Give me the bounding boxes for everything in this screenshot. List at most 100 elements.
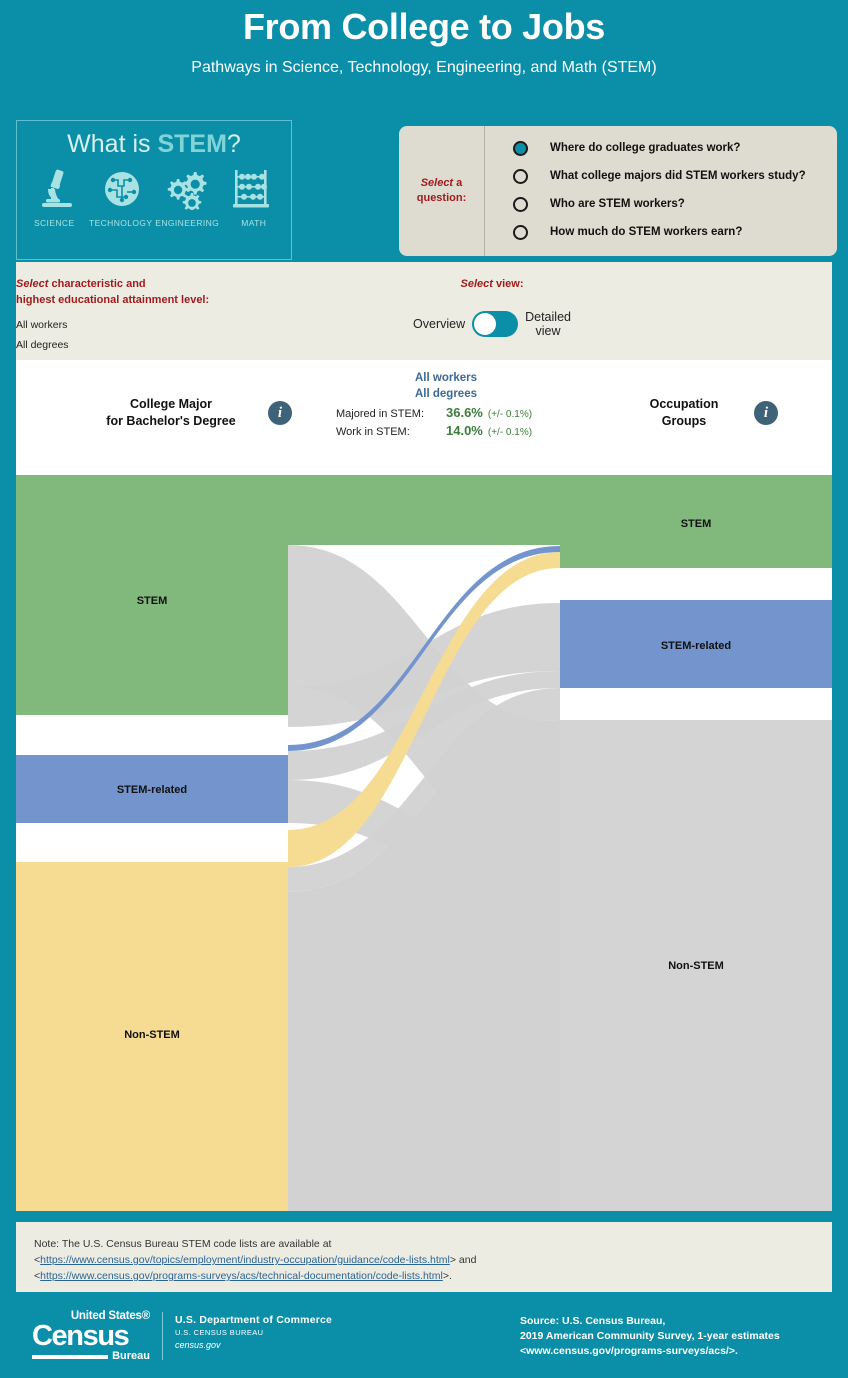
select-question-em: Select [420, 177, 454, 189]
page-footer: United States® Census Bureau U.S. Depart… [0, 1300, 848, 1378]
source-line-2: 2019 American Community Survey, 1-year e… [520, 1330, 780, 1342]
note-link-1[interactable]: https://www.census.gov/topics/employment… [40, 1254, 450, 1266]
toggle-knob[interactable] [474, 313, 497, 335]
radio-button-college-majors[interactable] [513, 168, 528, 184]
logo-rule [32, 1354, 109, 1359]
stat-row-work-in-stem: Work in STEM: 14.0% (+/- 0.1%) [336, 423, 556, 438]
abacus-icon [219, 166, 283, 215]
logo-bureau-word: Bureau [112, 1350, 150, 1362]
note-panel: Note: The U.S. Census Bureau STEM code l… [16, 1222, 832, 1292]
question-option-4[interactable]: How much do STEM workers earn? [513, 218, 837, 246]
source-line-3: <www.census.gov/programs-surveys/acs/>. [520, 1345, 738, 1357]
dept-line-3: census.gov [175, 1340, 221, 1350]
stat-value-majored: 36.6% [446, 405, 483, 420]
page-header: From College to Jobs Pathways in Science… [0, 0, 848, 108]
radio-button-who-are-stem-workers[interactable] [513, 196, 528, 212]
left-axis-header: College Major for Bachelor's Degree i [96, 396, 292, 430]
logo-divider [162, 1312, 163, 1360]
info-icon-occupation-groups[interactable]: i [754, 401, 778, 425]
department-block: U.S. Department of Commerce U.S. CENSUS … [175, 1310, 332, 1350]
stem-label-science: SCIENCE [33, 218, 75, 228]
census-logo: United States® Census Bureau U.S. Depart… [32, 1310, 332, 1362]
stem-icon-row [17, 159, 291, 215]
select-question-line2: question: [416, 192, 467, 204]
view-heading-rest: view: [492, 278, 524, 290]
characteristic-heading: Select characteristic and highest educati… [16, 276, 356, 308]
stat-value-work: 14.0% [446, 423, 483, 438]
gears-icon [154, 166, 218, 215]
toggle-label-detailed-view[interactable]: Detailed view [525, 310, 571, 338]
stat-row-majored-in-stem: Majored in STEM: 36.6% (+/- 0.1%) [336, 405, 556, 420]
degree-value[interactable]: All degrees [16, 339, 356, 351]
toggle-detailed-line2: view [535, 324, 561, 338]
dept-line-1: U.S. Department of Commerce [175, 1314, 333, 1326]
view-toggle-row: Overview Detailed view [392, 310, 592, 338]
node-right-stem-related-label: STEM-related [661, 640, 731, 652]
question-selector-panel: Select a question: Where do college gradu… [396, 118, 840, 260]
source-line-1: Source: U.S. Census Bureau, [520, 1315, 666, 1327]
note-text: Note: The U.S. Census Bureau STEM code l… [16, 1222, 832, 1284]
logo-census-word: Census [32, 1320, 130, 1352]
node-left-stem-related-label: STEM-related [117, 784, 187, 796]
note-close-1: > and [449, 1254, 477, 1266]
sankey-diagram: STEM STEM-related Non-STEM STEM STEM-rel… [16, 475, 832, 1211]
right-axis-title: Occupation Groups [636, 396, 732, 430]
characteristic-value[interactable]: All workers [16, 319, 356, 331]
note-link-2[interactable]: https://www.census.gov/programs-surveys/… [40, 1270, 443, 1282]
toggle-label-overview[interactable]: Overview [413, 317, 465, 331]
what-is-stem-title: What is STEM? [17, 121, 291, 159]
note-line-3: <https://www.census.gov/programs-surveys… [34, 1268, 832, 1284]
radio-button-how-much-earn[interactable] [513, 224, 528, 240]
summary-stats: All workers All degrees Majored in STEM:… [336, 370, 556, 438]
right-axis-title-line1: Occupation [649, 397, 719, 411]
left-axis-title-line2: for Bachelor's Degree [106, 414, 236, 428]
stat-moe-majored: (+/- 0.1%) [487, 409, 533, 420]
microscope-icon [25, 166, 89, 215]
left-axis-title: College Major for Bachelor's Degree [96, 396, 246, 430]
view-heading: Select view: [392, 276, 592, 292]
sankey-left-nodes: STEM STEM-related Non-STEM [16, 475, 288, 1211]
view-heading-em: Select [460, 278, 493, 290]
dept-line-2: U.S. CENSUS BUREAU [175, 1328, 264, 1337]
stem-label-technology: TECHNOLOGY [88, 218, 153, 228]
info-icon-college-major[interactable]: i [268, 401, 292, 425]
question-option-3[interactable]: Who are STEM workers? [513, 190, 837, 218]
scope-line-2: All degrees [415, 388, 477, 400]
source-note: Source: U.S. Census Bureau, 2019 America… [520, 1314, 780, 1359]
stem-label-engineering: ENGINEERING [155, 218, 220, 228]
select-question-label-cell: Select a question: [399, 126, 485, 256]
page-title: From College to Jobs [242, 6, 606, 47]
select-question-rest: a [453, 177, 463, 189]
node-right-stem-label: STEM [681, 518, 712, 530]
question-options-list: Where do college graduates work? What co… [485, 126, 837, 256]
toggle-detailed-line1: Detailed [525, 310, 571, 324]
link-stem-to-stem[interactable] [288, 475, 560, 545]
characteristic-selector: Select characteristic and highest educati… [16, 276, 356, 351]
node-left-stem-label: STEM [137, 595, 168, 607]
sankey-svg: STEM STEM-related Non-STEM STEM STEM-rel… [16, 475, 832, 1211]
circuit-globe-icon [90, 166, 154, 215]
stem-label-math: MATH [241, 218, 267, 228]
question-option-2[interactable]: What college majors did STEM workers stu… [513, 162, 837, 190]
node-right-non-stem-label: Non-STEM [668, 960, 724, 972]
stem-label-row: SCIENCE TECHNOLOGY ENGINEERING MATH [17, 215, 291, 228]
control-bar: Select characteristic and highest educati… [16, 262, 832, 360]
left-axis-title-line1: College Major [130, 397, 212, 411]
stat-label-work: Work in STEM: [336, 426, 410, 438]
chart-header: College Major for Bachelor's Degree i All… [16, 360, 832, 475]
radio-button-where-graduates-work[interactable] [513, 140, 528, 156]
sankey-right-nodes: STEM STEM-related Non-STEM [560, 475, 832, 1211]
stem-title-end: ? [226, 130, 241, 158]
question-option-1[interactable]: Where do college graduates work? [513, 134, 837, 162]
what-is-stem-panel: What is STEM? SCIENCE TECHNOLOGY ENGINEE… [16, 120, 292, 260]
characteristic-heading-rest: characteristic and [48, 278, 146, 290]
note-line-2: <https://www.census.gov/topics/employmen… [34, 1252, 832, 1268]
characteristic-heading-em: Select [16, 278, 49, 290]
stat-label-majored: Majored in STEM: [336, 408, 425, 420]
question-option-label-1: Where do college graduates work? [550, 142, 741, 154]
view-toggle-switch[interactable] [472, 311, 519, 337]
infographic-page: From College to Jobs Pathways in Science… [0, 0, 848, 1378]
sankey-links [288, 475, 560, 1211]
right-axis-header: Occupation Groups i [636, 396, 778, 430]
stem-title-bold: STEM [157, 130, 227, 158]
